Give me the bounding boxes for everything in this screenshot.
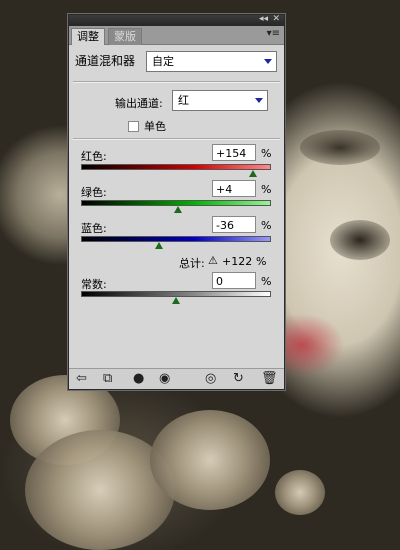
red-slider-thumb[interactable] xyxy=(248,170,257,177)
green-value-input[interactable]: +4 xyxy=(212,180,256,197)
preset-select-value: 自定 xyxy=(152,55,174,68)
close-icon[interactable]: ✕ xyxy=(272,13,280,25)
warning-icon: ⚠ xyxy=(208,254,218,267)
output-channel-value: 红 xyxy=(178,94,189,107)
eye-shadow-left xyxy=(300,130,380,165)
output-channel-label: 输出通道: xyxy=(115,97,163,110)
red-value-input[interactable]: +154 xyxy=(212,144,256,161)
red-slider-track[interactable] xyxy=(81,164,271,170)
panel-title: 通道混和器 xyxy=(75,54,136,68)
back-icon[interactable]: ⇦ xyxy=(76,371,87,387)
collapse-icon[interactable]: ◂◂ xyxy=(259,13,268,25)
constant-percent: % xyxy=(261,275,272,288)
red-percent: % xyxy=(261,147,272,160)
chevron-down-icon xyxy=(264,59,272,64)
eye-shadow-right xyxy=(330,220,390,260)
total-value: +122 xyxy=(222,255,253,268)
preset-select[interactable]: 自定 xyxy=(146,51,277,72)
adjustments-panel: ◂◂ ✕ 调整 蒙版 ▾≡ 通道混和器 自定 输出通道: 红 单色 红色: +1… xyxy=(68,14,285,390)
view-previous-icon[interactable]: ◎ xyxy=(205,371,216,387)
lily-flower xyxy=(275,470,325,515)
constant-value-input[interactable]: 0 xyxy=(212,272,256,289)
expand-view-icon[interactable]: ⧉ xyxy=(103,371,112,387)
blue-label: 蓝色: xyxy=(81,222,107,235)
panel-menu-icon[interactable]: ▾≡ xyxy=(267,28,280,39)
blue-value-input[interactable]: -36 xyxy=(212,216,256,233)
total-percent: % xyxy=(256,255,267,268)
blue-slider-track[interactable] xyxy=(81,236,271,242)
total-label: 总计: xyxy=(179,257,205,270)
tab-masks[interactable]: 蒙版 xyxy=(108,28,142,45)
green-slider-thumb[interactable] xyxy=(173,206,182,213)
red-label: 红色: xyxy=(81,150,107,163)
divider xyxy=(73,81,280,83)
blue-slider-thumb[interactable] xyxy=(154,242,163,249)
constant-label: 常数: xyxy=(81,278,107,291)
output-channel-select[interactable]: 红 xyxy=(172,90,268,111)
panel-titlebar[interactable]: ◂◂ ✕ xyxy=(69,13,284,26)
reset-icon[interactable]: ↻ xyxy=(233,371,244,387)
lily-flower xyxy=(150,410,270,510)
visibility-eye-icon[interactable]: ◉ xyxy=(159,371,170,387)
monochrome-checkbox[interactable] xyxy=(128,121,139,132)
tab-adjustments[interactable]: 调整 xyxy=(71,28,105,45)
constant-slider-thumb[interactable] xyxy=(172,297,180,304)
green-label: 绿色: xyxy=(81,186,107,199)
trash-icon[interactable]: 🗑 xyxy=(261,371,278,387)
monochrome-label: 单色 xyxy=(144,120,166,133)
divider xyxy=(73,138,280,140)
green-percent: % xyxy=(261,183,272,196)
chevron-down-icon xyxy=(255,98,263,103)
blue-percent: % xyxy=(261,219,272,232)
panel-bottom-toolbar: ⇦ ⧉ ● ◉ ◎ ↻ 🗑 xyxy=(69,368,284,389)
panel-tabs: 调整 蒙版 ▾≡ xyxy=(69,26,284,45)
clip-to-layer-icon[interactable]: ● xyxy=(133,371,144,387)
